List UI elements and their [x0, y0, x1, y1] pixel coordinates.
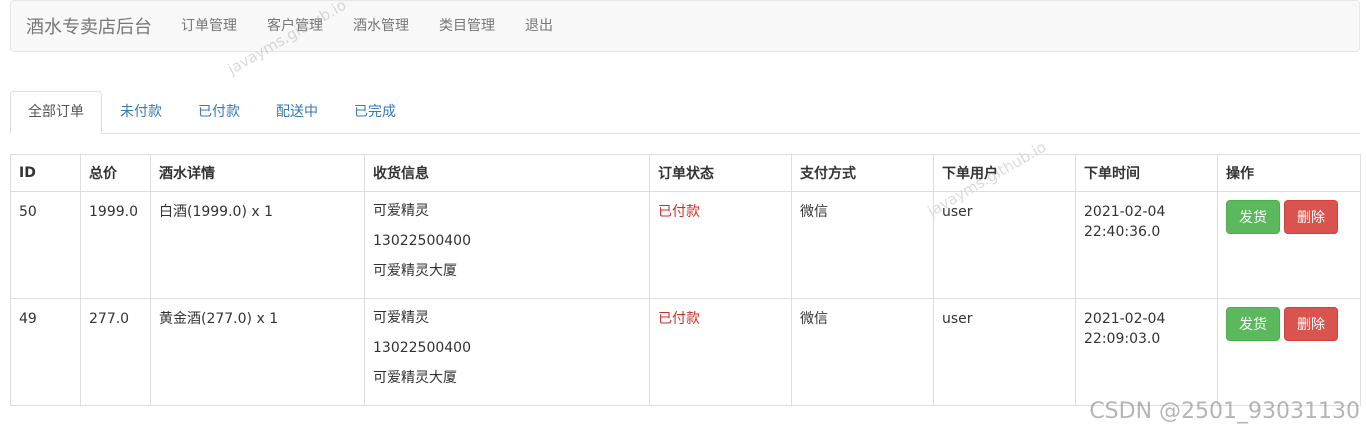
header-total: 总价 — [80, 154, 151, 192]
orders-table: ID 总价 酒水详情 收货信息 订单状态 支付方式 下单用户 下单时间 操作 5… — [10, 154, 1361, 406]
header-detail: 酒水详情 — [150, 154, 365, 192]
cell-receiver-info: 可爱精灵 13022500400 可爱精灵大厦 — [364, 298, 650, 406]
nav-category-management[interactable]: 类目管理 — [424, 1, 510, 51]
cell-actions: 发货 删除 — [1217, 191, 1361, 299]
header-actions: 操作 — [1217, 154, 1361, 192]
ship-button[interactable]: 发货 — [1226, 200, 1280, 234]
order-date: 2021-02-04 — [1084, 311, 1166, 327]
tab-delivering[interactable]: 配送中 — [258, 91, 336, 133]
receiver-name: 可爱精灵 — [373, 203, 429, 219]
cell-payment: 微信 — [791, 298, 934, 406]
receiver-phone: 13022500400 — [373, 233, 471, 249]
delete-button[interactable]: 删除 — [1284, 307, 1338, 341]
cell-time: 2021-02-04 22:40:36.0 — [1075, 191, 1218, 299]
cell-detail: 白酒(1999.0) x 1 — [150, 191, 365, 299]
nav-logout[interactable]: 退出 — [510, 1, 568, 51]
nav-links: 订单管理 客户管理 酒水管理 类目管理 退出 — [166, 1, 568, 51]
header-receiver-info: 收货信息 — [364, 154, 650, 192]
tab-unpaid[interactable]: 未付款 — [102, 91, 180, 133]
cell-receiver-info: 可爱精灵 13022500400 可爱精灵大厦 — [364, 191, 650, 299]
nav-order-management[interactable]: 订单管理 — [166, 1, 252, 51]
tab-all-orders[interactable]: 全部订单 — [10, 91, 102, 134]
cell-user: user — [933, 191, 1076, 299]
tab-paid[interactable]: 已付款 — [180, 91, 258, 133]
ship-button[interactable]: 发货 — [1226, 307, 1280, 341]
brand-title[interactable]: 酒水专卖店后台 — [26, 13, 152, 39]
cell-total: 1999.0 — [80, 191, 151, 299]
cell-payment: 微信 — [791, 191, 934, 299]
order-date: 2021-02-04 — [1084, 204, 1166, 220]
receiver-address: 可爱精灵大厦 — [373, 370, 457, 386]
nav-liquor-management[interactable]: 酒水管理 — [338, 1, 424, 51]
table-row: 50 1999.0 白酒(1999.0) x 1 可爱精灵 1302250040… — [10, 191, 1361, 299]
top-navbar: 酒水专卖店后台 订单管理 客户管理 酒水管理 类目管理 退出 — [10, 0, 1360, 52]
header-status: 订单状态 — [649, 154, 792, 192]
cell-user: user — [933, 298, 1076, 406]
table-header-row: ID 总价 酒水详情 收货信息 订单状态 支付方式 下单用户 下单时间 操作 — [10, 154, 1361, 192]
tab-completed[interactable]: 已完成 — [336, 91, 414, 133]
cell-status: 已付款 — [649, 191, 792, 299]
receiver-address: 可爱精灵大厦 — [373, 263, 457, 279]
delete-button[interactable]: 删除 — [1284, 200, 1338, 234]
header-payment: 支付方式 — [791, 154, 934, 192]
receiver-phone: 13022500400 — [373, 340, 471, 356]
header-user: 下单用户 — [933, 154, 1076, 192]
cell-id: 49 — [10, 298, 81, 406]
table-row: 49 277.0 黄金酒(277.0) x 1 可爱精灵 13022500400… — [10, 298, 1361, 406]
cell-status: 已付款 — [649, 298, 792, 406]
cell-id: 50 — [10, 191, 81, 299]
csdn-watermark: CSDN @2501_93031130 — [1089, 399, 1360, 424]
order-clock: 22:40:36.0 — [1084, 224, 1161, 240]
cell-detail: 黄金酒(277.0) x 1 — [150, 298, 365, 406]
header-time: 下单时间 — [1075, 154, 1218, 192]
cell-total: 277.0 — [80, 298, 151, 406]
order-clock: 22:09:03.0 — [1084, 331, 1161, 347]
cell-time: 2021-02-04 22:09:03.0 — [1075, 298, 1218, 406]
receiver-name: 可爱精灵 — [373, 310, 429, 326]
order-status-tabs: 全部订单 未付款 已付款 配送中 已完成 — [10, 91, 1360, 134]
header-id: ID — [10, 154, 81, 192]
cell-actions: 发货 删除 — [1217, 298, 1361, 406]
